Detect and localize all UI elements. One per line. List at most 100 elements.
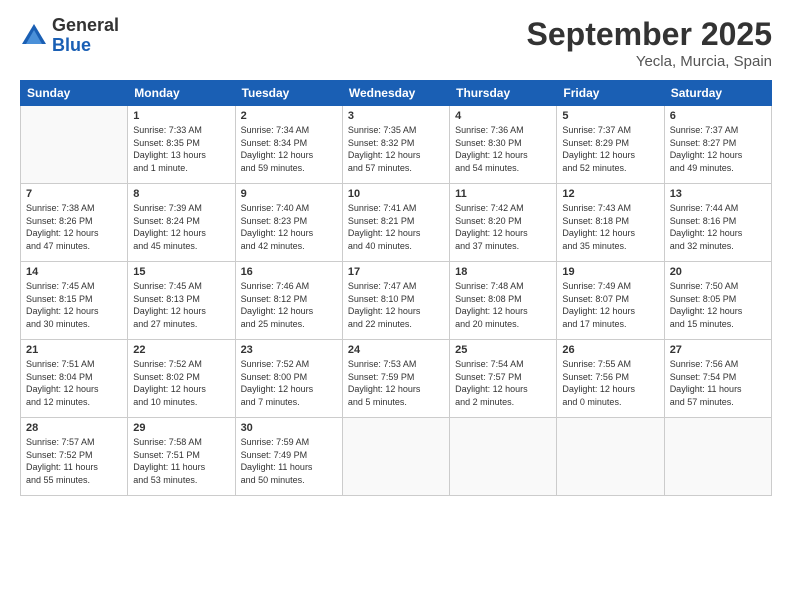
calendar-week-5: 28 Sunrise: 7:57 AM Sunset: 7:52 PM Dayli…: [21, 418, 772, 496]
day-number: 20: [670, 266, 766, 278]
table-row: 24 Sunrise: 7:53 AM Sunset: 7:59 PM Dayli…: [342, 340, 449, 418]
day-info: Sunrise: 7:53 AM Sunset: 7:59 PM Dayligh…: [348, 358, 444, 408]
table-row: [342, 418, 449, 496]
day-info: Sunrise: 7:45 AM Sunset: 8:13 PM Dayligh…: [133, 280, 229, 330]
day-number: 18: [455, 266, 551, 278]
day-number: 25: [455, 344, 551, 356]
day-info: Sunrise: 7:42 AM Sunset: 8:20 PM Dayligh…: [455, 202, 551, 252]
day-number: 2: [241, 110, 337, 122]
day-info: Sunrise: 7:40 AM Sunset: 8:23 PM Dayligh…: [241, 202, 337, 252]
day-number: 14: [26, 266, 122, 278]
table-row: 22Sunrise: 7:52 AM Sunset: 8:02 PM Dayli…: [128, 340, 235, 418]
day-info: Sunrise: 7:54 AM Sunset: 7:57 PM Dayligh…: [455, 358, 551, 408]
day-number: 1: [133, 110, 229, 122]
table-row: 21Sunrise: 7:51 AM Sunset: 8:04 PM Dayli…: [21, 340, 128, 418]
calendar-week-2: 7 Sunrise: 7:38 AM Sunset: 8:26 PM Daylig…: [21, 184, 772, 262]
header-thursday: Thursday: [450, 81, 557, 106]
day-number: 19: [562, 266, 658, 278]
day-info: Sunrise: 7:37 AM Sunset: 8:27 PM Dayligh…: [670, 124, 766, 174]
day-number: 5: [562, 110, 658, 122]
calendar-header-row: Sunday Monday Tuesday Wednesday Thursday…: [21, 81, 772, 106]
day-number: 21: [26, 344, 122, 356]
calendar-week-3: 14 Sunrise: 7:45 AM Sunset: 8:15 PM Dayli…: [21, 262, 772, 340]
day-number: 29: [133, 422, 229, 434]
day-info: Sunrise: 7:52 AM Sunset: 8:00 PM Dayligh…: [241, 358, 337, 408]
day-number: 15: [133, 266, 229, 278]
day-number: 9: [241, 188, 337, 200]
day-number: 7: [26, 188, 122, 200]
day-info: Sunrise: 7:47 AM Sunset: 8:10 PM Dayligh…: [348, 280, 444, 330]
day-number: 4: [455, 110, 551, 122]
day-number: 8: [133, 188, 229, 200]
page: General Blue September 2025 Yecla, Murci…: [0, 0, 792, 612]
table-row: 14 Sunrise: 7:45 AM Sunset: 8:15 PM Dayli…: [21, 262, 128, 340]
day-number: 23: [241, 344, 337, 356]
day-number: 17: [348, 266, 444, 278]
logo-icon: [20, 22, 48, 50]
day-number: 30: [241, 422, 337, 434]
logo-text: General Blue: [52, 16, 119, 56]
day-number: 6: [670, 110, 766, 122]
table-row: 20 Sunrise: 7:50 AM Sunset: 8:05 PM Dayli…: [664, 262, 771, 340]
day-info: Sunrise: 7:59 AM Sunset: 7:49 PM Dayligh…: [241, 436, 337, 486]
day-number: 13: [670, 188, 766, 200]
day-info: Sunrise: 7:48 AM Sunset: 8:08 PM Dayligh…: [455, 280, 551, 330]
calendar-week-1: 1 Sunrise: 7:33 AM Sunset: 8:35 PM Daylig…: [21, 106, 772, 184]
day-info: Sunrise: 7:33 AM Sunset: 8:35 PM Dayligh…: [133, 124, 229, 174]
location: Yecla, Murcia, Spain: [527, 53, 772, 70]
day-info: Sunrise: 7:36 AM Sunset: 8:30 PM Dayligh…: [455, 124, 551, 174]
day-number: 12: [562, 188, 658, 200]
table-row: 29 Sunrise: 7:58 AM Sunset: 7:51 PM Dayli…: [128, 418, 235, 496]
day-info: Sunrise: 7:41 AM Sunset: 8:21 PM Dayligh…: [348, 202, 444, 252]
table-row: 19 Sunrise: 7:49 AM Sunset: 8:07 PM Dayli…: [557, 262, 664, 340]
day-number: 24: [348, 344, 444, 356]
month-title: September 2025: [527, 16, 772, 53]
table-row: 8 Sunrise: 7:39 AM Sunset: 8:24 PM Daylig…: [128, 184, 235, 262]
day-number: 16: [241, 266, 337, 278]
logo-line2: Blue: [52, 36, 119, 56]
table-row: 18 Sunrise: 7:48 AM Sunset: 8:08 PM Dayli…: [450, 262, 557, 340]
header-saturday: Saturday: [664, 81, 771, 106]
table-row: 16 Sunrise: 7:46 AM Sunset: 8:12 PM Dayli…: [235, 262, 342, 340]
header-friday: Friday: [557, 81, 664, 106]
table-row: 6 Sunrise: 7:37 AM Sunset: 8:27 PM Daylig…: [664, 106, 771, 184]
day-number: 22: [133, 344, 229, 356]
day-info: Sunrise: 7:55 AM Sunset: 7:56 PM Dayligh…: [562, 358, 658, 408]
day-info: Sunrise: 7:57 AM Sunset: 7:52 PM Dayligh…: [26, 436, 122, 486]
logo: General Blue: [20, 16, 119, 56]
day-info: Sunrise: 7:46 AM Sunset: 8:12 PM Dayligh…: [241, 280, 337, 330]
header-tuesday: Tuesday: [235, 81, 342, 106]
day-info: Sunrise: 7:50 AM Sunset: 8:05 PM Dayligh…: [670, 280, 766, 330]
day-number: 26: [562, 344, 658, 356]
day-info: Sunrise: 7:58 AM Sunset: 7:51 PM Dayligh…: [133, 436, 229, 486]
day-info: Sunrise: 7:37 AM Sunset: 8:29 PM Dayligh…: [562, 124, 658, 174]
table-row: [557, 418, 664, 496]
header-monday: Monday: [128, 81, 235, 106]
day-info: Sunrise: 7:44 AM Sunset: 8:16 PM Dayligh…: [670, 202, 766, 252]
header: General Blue September 2025 Yecla, Murci…: [20, 16, 772, 70]
table-row: 15 Sunrise: 7:45 AM Sunset: 8:13 PM Dayli…: [128, 262, 235, 340]
table-row: 25 Sunrise: 7:54 AM Sunset: 7:57 PM Dayli…: [450, 340, 557, 418]
table-row: 17 Sunrise: 7:47 AM Sunset: 8:10 PM Dayli…: [342, 262, 449, 340]
table-row: 28 Sunrise: 7:57 AM Sunset: 7:52 PM Dayli…: [21, 418, 128, 496]
table-row: 11Sunrise: 7:42 AM Sunset: 8:20 PM Dayli…: [450, 184, 557, 262]
day-number: 28: [26, 422, 122, 434]
table-row: 30 Sunrise: 7:59 AM Sunset: 7:49 PM Dayli…: [235, 418, 342, 496]
day-number: 10: [348, 188, 444, 200]
table-row: 9 Sunrise: 7:40 AM Sunset: 8:23 PM Daylig…: [235, 184, 342, 262]
table-row: [664, 418, 771, 496]
day-number: 3: [348, 110, 444, 122]
table-row: 23 Sunrise: 7:52 AM Sunset: 8:00 PM Dayli…: [235, 340, 342, 418]
day-info: Sunrise: 7:34 AM Sunset: 8:34 PM Dayligh…: [241, 124, 337, 174]
day-info: Sunrise: 7:38 AM Sunset: 8:26 PM Dayligh…: [26, 202, 122, 252]
day-info: Sunrise: 7:56 AM Sunset: 7:54 PM Dayligh…: [670, 358, 766, 408]
table-row: [21, 106, 128, 184]
calendar-week-4: 21Sunrise: 7:51 AM Sunset: 8:04 PM Dayli…: [21, 340, 772, 418]
logo-line1: General: [52, 16, 119, 36]
day-info: Sunrise: 7:39 AM Sunset: 8:24 PM Dayligh…: [133, 202, 229, 252]
table-row: 7 Sunrise: 7:38 AM Sunset: 8:26 PM Daylig…: [21, 184, 128, 262]
day-info: Sunrise: 7:45 AM Sunset: 8:15 PM Dayligh…: [26, 280, 122, 330]
day-info: Sunrise: 7:49 AM Sunset: 8:07 PM Dayligh…: [562, 280, 658, 330]
table-row: 10 Sunrise: 7:41 AM Sunset: 8:21 PM Dayli…: [342, 184, 449, 262]
table-row: [450, 418, 557, 496]
